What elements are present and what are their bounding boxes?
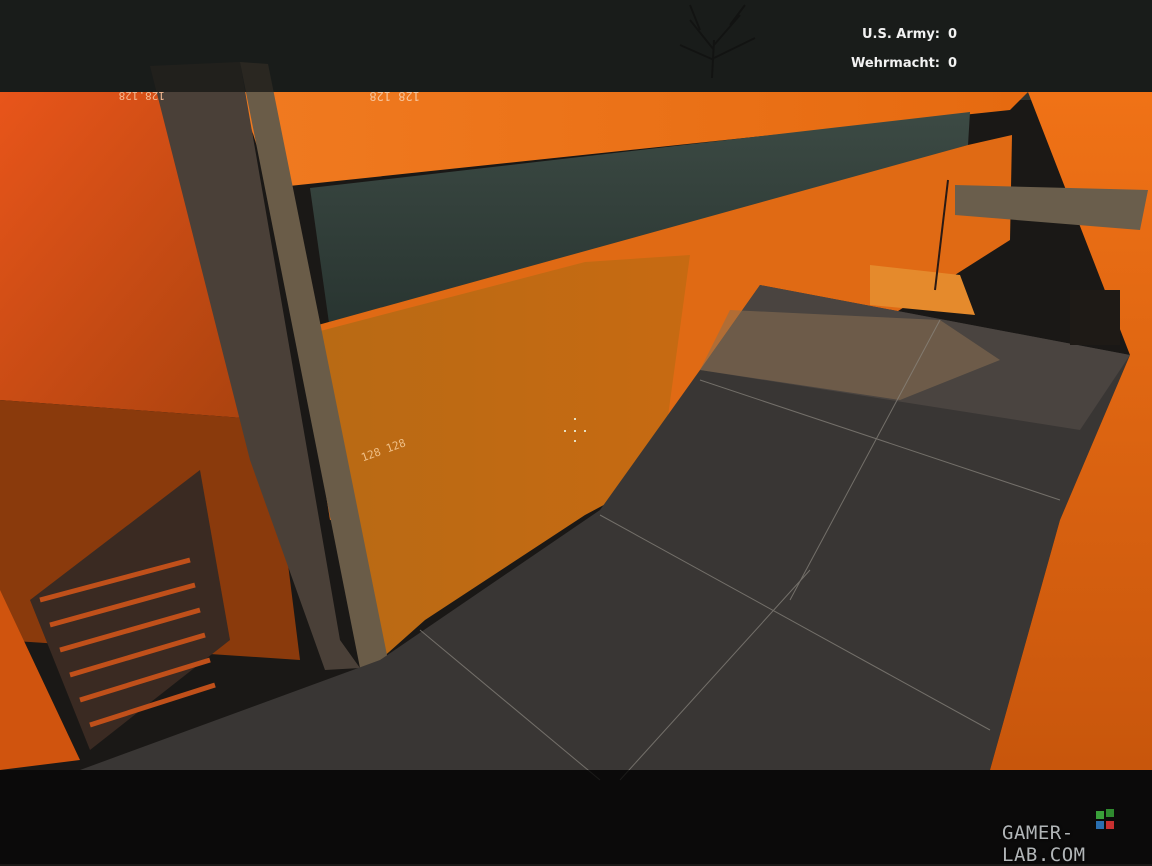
hud-top-bar xyxy=(0,0,1152,92)
team-score: 0 xyxy=(948,27,958,42)
hud-bottom-bar xyxy=(0,770,1152,864)
crosshair-icon xyxy=(560,418,590,444)
team-name: Wehrmacht: xyxy=(850,56,940,71)
watermark: GAMER-LAB.COM xyxy=(1002,822,1086,866)
team-score-us-army: U.S. Army: 0 xyxy=(862,27,960,42)
team-score: 0 xyxy=(948,56,958,71)
team-name: U.S. Army: xyxy=(861,27,940,42)
team-score-wehrmacht: Wehrmacht: 0 xyxy=(851,56,960,71)
crate xyxy=(1070,290,1120,345)
